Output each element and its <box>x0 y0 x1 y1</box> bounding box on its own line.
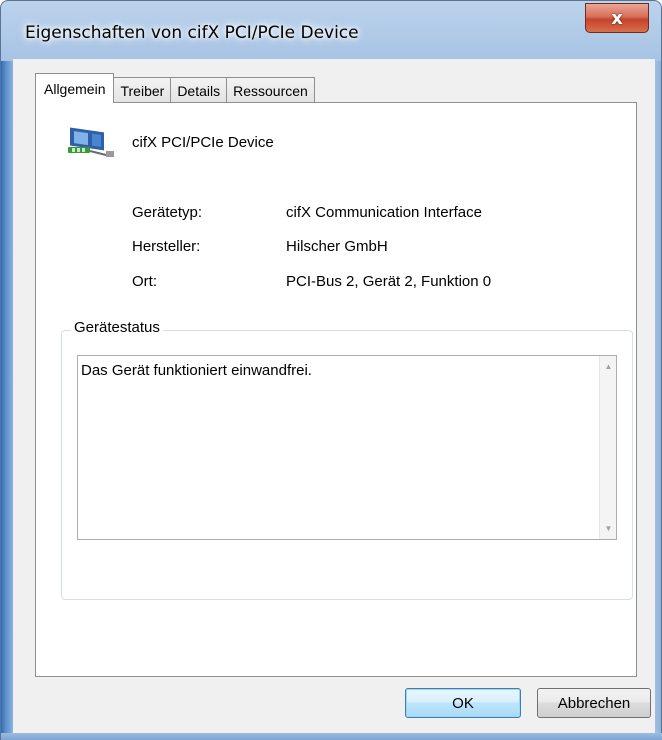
tab-allgemein[interactable]: Allgemein <box>35 73 115 103</box>
ok-button-label: OK <box>452 694 474 712</box>
manufacturer-value: Hilscher GmbH <box>286 238 388 255</box>
cancel-button[interactable]: Abbrechen <box>537 688 651 718</box>
status-scrollbar[interactable]: ▲ ▼ <box>599 356 616 539</box>
device-type-value: cifX Communication Interface <box>286 204 482 221</box>
device-name: cifX PCI/PCIe Device <box>132 134 274 151</box>
network-adapter-icon <box>68 127 114 157</box>
tab-ressourcen[interactable]: Ressourcen <box>226 77 315 103</box>
window-left-border <box>1 61 13 740</box>
tab-label: Treiber <box>120 82 165 99</box>
window-bottom-border <box>1 733 662 740</box>
properties-dialog: Eigenschaften von cifX PCI/PCIe Device x… <box>0 0 662 740</box>
tab-strip: Allgemein Treiber Details Ressourcen <box>35 73 315 103</box>
tab-label: Ressourcen <box>233 82 308 99</box>
ok-button[interactable]: OK <box>405 688 521 718</box>
cancel-button-label: Abbrechen <box>557 694 631 712</box>
close-icon: x <box>611 7 623 29</box>
scroll-up-icon[interactable]: ▲ <box>600 358 617 375</box>
location-label: Ort: <box>132 273 157 290</box>
tab-label: Allgemein <box>44 80 106 97</box>
device-type-label: Gerätetyp: <box>132 204 203 221</box>
dialog-client-area: Allgemein Treiber Details Ressourcen cif… <box>13 59 655 740</box>
manufacturer-label: Hersteller: <box>132 238 201 255</box>
scroll-down-icon[interactable]: ▼ <box>600 520 617 537</box>
tab-treiber[interactable]: Treiber <box>113 77 172 103</box>
tab-details[interactable]: Details <box>170 77 228 103</box>
title-bar[interactable]: Eigenschaften von cifX PCI/PCIe Device x <box>1 1 661 59</box>
device-status-text: Das Gerät funktioniert einwandfrei. <box>81 362 312 379</box>
window-title: Eigenschaften von cifX PCI/PCIe Device <box>25 23 359 43</box>
device-status-textbox[interactable]: Das Gerät funktioniert einwandfrei. ▲ ▼ <box>77 355 617 540</box>
tab-panel-allgemein: cifX PCI/PCIe Device Gerätetyp: cifX Com… <box>35 102 637 677</box>
device-status-title: Gerätestatus <box>71 319 163 336</box>
location-value: PCI-Bus 2, Gerät 2, Funktion 0 <box>286 273 492 290</box>
tab-label: Details <box>177 82 221 99</box>
close-button[interactable]: x <box>585 3 649 33</box>
